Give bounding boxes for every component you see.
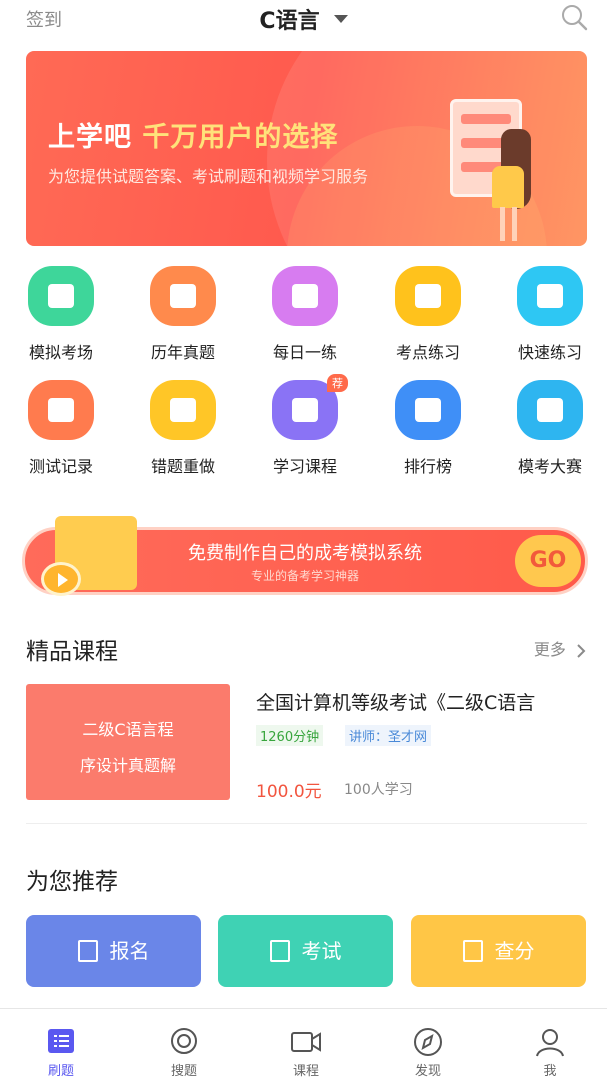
divider bbox=[26, 823, 587, 824]
nav-label: 课程 bbox=[292, 1064, 319, 1079]
exam-label: 考试 bbox=[301, 939, 342, 963]
course-thumb-line: 二级C语言程 bbox=[82, 720, 174, 739]
banner-person-dress bbox=[492, 166, 524, 208]
nav-item-discover[interactable]: 发现 bbox=[388, 1009, 468, 1079]
nav-item-courses[interactable]: 课程 bbox=[266, 1009, 346, 1079]
course-thumb-line: 序设计真题解 bbox=[79, 756, 176, 775]
grid-item-label: 学习课程 bbox=[272, 457, 337, 476]
nav-label: 我 bbox=[543, 1064, 557, 1079]
nav-item-practice[interactable]: 刷题 bbox=[21, 1009, 101, 1079]
chevron-right-icon bbox=[577, 643, 586, 658]
more-courses-link[interactable]: 更多 bbox=[534, 636, 587, 660]
search-icon[interactable] bbox=[559, 2, 589, 32]
course-duration-tag: 1260分钟 bbox=[256, 725, 324, 746]
grid-item-label: 考点练习 bbox=[395, 343, 460, 362]
edit-icon bbox=[269, 939, 290, 962]
course-thumbnail: 二级C语言程 序设计真题解 bbox=[26, 684, 230, 800]
nav-item-search-questions[interactable]: 搜题 bbox=[144, 1009, 224, 1079]
check-score-label: 查分 bbox=[494, 939, 535, 963]
grid-item-topic-practice[interactable]: 考点练习 bbox=[373, 266, 483, 363]
grid-item-test-records[interactable]: 测试记录 bbox=[6, 380, 116, 477]
trophy-icon bbox=[517, 380, 583, 440]
grid-item-mock-exam[interactable]: 模拟考场 bbox=[6, 266, 116, 363]
grid-item-label: 错题重做 bbox=[150, 457, 215, 476]
compass-icon bbox=[414, 1028, 442, 1056]
subject-selector[interactable]: C语言 bbox=[0, 3, 607, 35]
user-icon bbox=[536, 1029, 564, 1057]
forward-box-icon bbox=[517, 266, 583, 326]
grid-item-leaderboard[interactable]: 排行榜 bbox=[373, 380, 483, 477]
pencil-note-icon bbox=[272, 266, 338, 326]
chevron-down-icon bbox=[333, 15, 348, 23]
exam-button[interactable]: 考试 bbox=[218, 915, 393, 987]
signup-doc-icon bbox=[77, 939, 98, 962]
go-button[interactable]: GO bbox=[515, 535, 581, 587]
grid-item-label: 模拟考场 bbox=[28, 343, 93, 362]
banner-title-main: 上学吧 bbox=[48, 122, 143, 153]
course-learners: 100人学习 bbox=[344, 782, 413, 798]
promo-subtitle: 专业的备考学习神器 bbox=[250, 569, 359, 583]
nav-label: 发现 bbox=[414, 1064, 441, 1079]
grid-item-label: 模考大赛 bbox=[517, 457, 582, 476]
banner-person-leg bbox=[512, 207, 517, 241]
swap-icon bbox=[150, 380, 216, 440]
recommend-section-title: 为您推荐 bbox=[26, 869, 118, 895]
grid-item-wrong-redo[interactable]: 错题重做 bbox=[128, 380, 238, 477]
hero-banner[interactable]: 上学吧 千万用户的选择 为您提供试题答案、考试刷题和视频学习服务 bbox=[26, 51, 587, 246]
search-question-icon bbox=[171, 1028, 197, 1054]
message-icon bbox=[395, 266, 461, 326]
video-camera-icon bbox=[291, 1032, 321, 1052]
grid-item-past-papers[interactable]: 历年真题 bbox=[128, 266, 238, 363]
grid-item-daily-practice[interactable]: 每日一练 bbox=[250, 266, 360, 363]
grid-item-label: 快速练习 bbox=[517, 343, 582, 362]
bar-report-icon bbox=[28, 380, 94, 440]
top-bar: 签到 C语言 bbox=[0, 0, 607, 38]
banner-subtitle: 为您提供试题答案、考试刷题和视频学习服务 bbox=[48, 167, 369, 186]
more-label: 更多 bbox=[533, 640, 566, 659]
course-price: 100.0元 bbox=[256, 782, 322, 802]
courses-section-title: 精品课程 bbox=[26, 639, 118, 665]
score-search-icon bbox=[462, 939, 483, 962]
promo-title: 免费制作自己的成考模拟系统 bbox=[188, 543, 422, 564]
bottom-nav: 刷题 搜题 课程 发现 我 bbox=[0, 1008, 607, 1080]
banner-person-leg bbox=[500, 207, 505, 241]
grid-item-mock-contest[interactable]: 模考大赛 bbox=[495, 380, 605, 477]
check-score-button[interactable]: 查分 bbox=[411, 915, 586, 987]
banner-title: 上学吧 千万用户的选择 bbox=[48, 115, 338, 154]
grid-item-label: 历年真题 bbox=[150, 343, 215, 362]
ranking-bars-icon bbox=[395, 380, 461, 440]
grid-item-label: 排行榜 bbox=[403, 457, 452, 476]
nav-label: 搜题 bbox=[170, 1064, 197, 1079]
course-teacher-tag: 讲师：圣才网 bbox=[345, 725, 432, 746]
recommend-badge: 荐 bbox=[327, 374, 348, 392]
banner-title-highlight: 千万用户的选择 bbox=[142, 122, 339, 153]
promo-banner[interactable]: 免费制作自己的成考模拟系统 专业的备考学习神器 GO bbox=[22, 516, 588, 596]
nav-label: 刷题 bbox=[47, 1064, 74, 1079]
book-icon bbox=[28, 266, 94, 326]
signup-button[interactable]: 报名 bbox=[26, 915, 201, 987]
grid-item-quick-practice[interactable]: 快速练习 bbox=[495, 266, 605, 363]
list-icon bbox=[48, 1029, 74, 1053]
signup-label: 报名 bbox=[109, 939, 150, 963]
nav-item-me[interactable]: 我 bbox=[510, 1009, 590, 1079]
calendar-clock-icon bbox=[150, 266, 216, 326]
course-name: 全国计算机等级考试《二级C语言 bbox=[256, 692, 536, 714]
page-title: C语言 bbox=[259, 9, 320, 34]
grid-item-label: 测试记录 bbox=[28, 457, 93, 476]
grid-item-label: 每日一练 bbox=[272, 343, 337, 362]
grid-item-courses[interactable]: 荐 学习课程 bbox=[250, 374, 360, 477]
